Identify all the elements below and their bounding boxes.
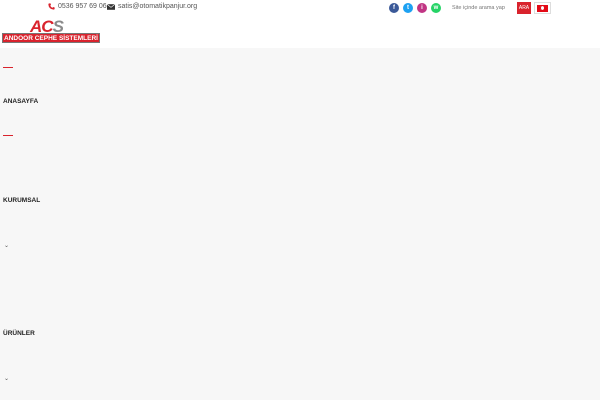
email-address: satis@otomatikpanjur.org	[118, 3, 198, 10]
menu-item-kurumsal[interactable]: KURUMSAL	[3, 197, 40, 204]
site-logo[interactable]: ACS ANDOOR CEPHE SİSTEMLERİ	[2, 17, 102, 46]
search-input[interactable]	[448, 2, 510, 14]
whatsapp-icon[interactable]: w	[431, 3, 441, 13]
phone-contact[interactable]: 0536 957 69 06	[48, 3, 107, 10]
phone-icon	[48, 3, 55, 10]
turkey-flag-icon	[537, 4, 548, 12]
chevron-down-icon[interactable]: ⌄	[4, 375, 9, 382]
facebook-icon[interactable]: f	[389, 3, 399, 13]
menu-divider	[3, 135, 13, 136]
twitter-icon[interactable]: t	[403, 3, 413, 13]
instagram-icon[interactable]: i	[417, 3, 427, 13]
email-contact[interactable]: satis@otomatikpanjur.org	[107, 3, 197, 10]
logo-text: ANDOOR CEPHE SİSTEMLERİ	[2, 33, 100, 43]
menu-item-anasayfa[interactable]: ANASAYFA	[3, 98, 38, 105]
phone-number: 0536 957 69 06	[58, 3, 107, 10]
top-bar: 0536 957 69 06 satis@otomatikpanjur.org …	[0, 0, 600, 18]
envelope-icon	[107, 3, 115, 10]
chevron-down-icon[interactable]: ⌄	[4, 242, 9, 249]
search-button[interactable]: ARA	[517, 2, 531, 14]
social-links: f t i w	[389, 3, 441, 13]
menu-item-urunler[interactable]: ÜRÜNLER	[3, 330, 35, 337]
language-selector[interactable]	[534, 2, 551, 14]
site-header: ACS ANDOOR CEPHE SİSTEMLERİ	[0, 17, 600, 48]
menu-active-indicator	[3, 67, 13, 68]
